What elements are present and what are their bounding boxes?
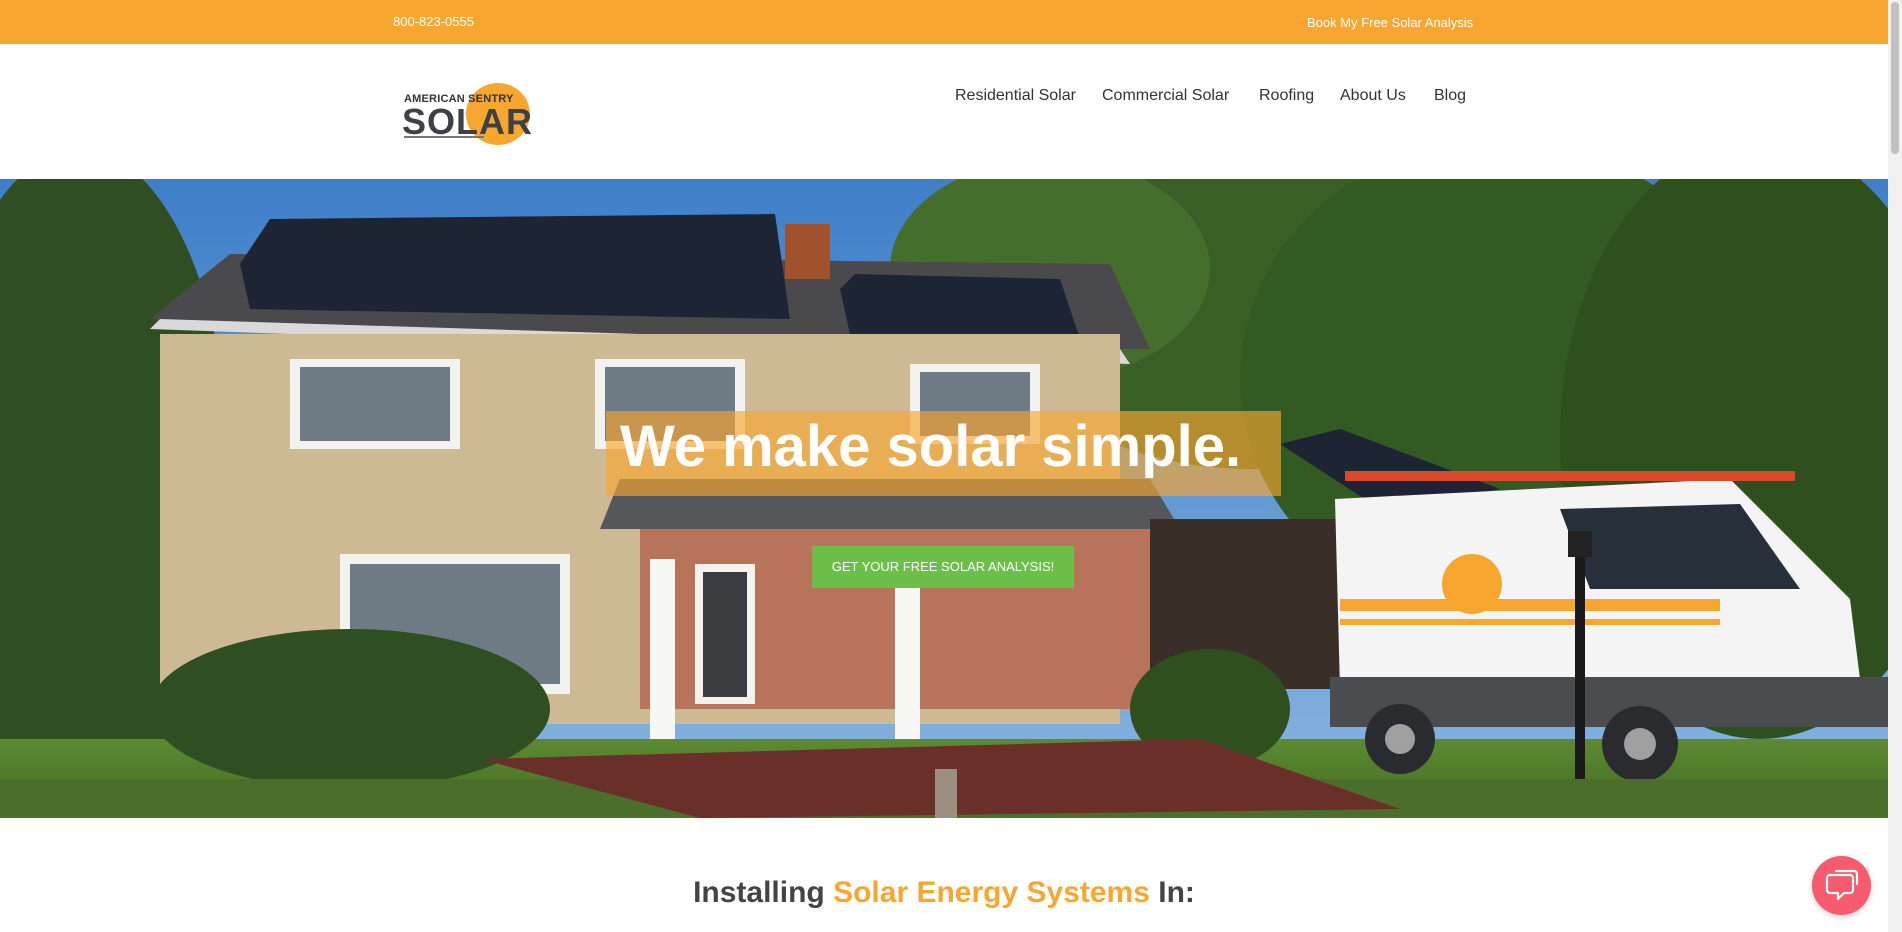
free-analysis-button[interactable]: GET YOUR FREE SOLAR ANALYSIS! [812,546,1074,588]
hero-house-image [0,179,1888,818]
nav-residential-solar[interactable]: Residential Solar [955,87,1076,105]
nav-blog[interactable]: Blog [1434,87,1466,105]
scrollbar-thumb[interactable] [1891,2,1899,154]
chat-button[interactable] [1812,856,1871,915]
top-bar: 800-823-0555 Book My Free Solar Analysis [0,0,1888,44]
site-logo[interactable]: AMERICAN SENTRY SOLAR [402,81,534,145]
section-heading: Installing Solar Energy Systems In: [0,876,1888,910]
nav-commercial-solar[interactable]: Commercial Solar [1102,87,1229,105]
hero-section [0,179,1888,818]
section-heading-suffix: In: [1149,876,1195,909]
nav-about-us[interactable]: About Us [1340,87,1406,105]
phone-link[interactable]: 800-823-0555 [393,14,474,29]
chat-bubble-icon [1825,869,1859,901]
book-analysis-link[interactable]: Book My Free Solar Analysis [1307,15,1473,30]
section-heading-prefix: Installing [693,876,834,909]
section-heading-accent: Solar Energy Systems [833,876,1150,909]
nav-roofing[interactable]: Roofing [1259,87,1314,105]
hero-headline: We make solar simple. [620,414,1242,479]
logo-tagline-line [404,136,484,138]
site-header: AMERICAN SENTRY SOLAR [0,44,1888,179]
page-scrollbar[interactable] [1888,0,1902,932]
